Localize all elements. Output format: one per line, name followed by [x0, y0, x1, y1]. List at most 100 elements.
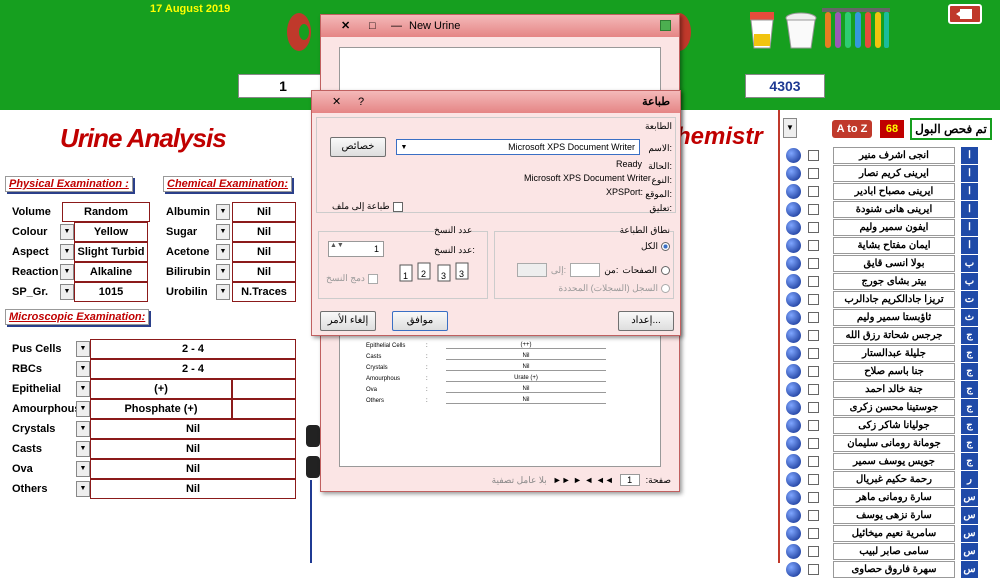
- select-ball-icon[interactable]: [786, 543, 801, 559]
- albumin-value[interactable]: Nil: [232, 202, 296, 222]
- patient-row[interactable]: تريزا جادالكريم جادالرب ت: [786, 290, 978, 308]
- patient-checkbox[interactable]: [808, 563, 819, 575]
- patient-row[interactable]: ايرينى كريم نصار ا: [786, 164, 978, 182]
- patient-checkbox[interactable]: [808, 257, 819, 269]
- minimize-icon[interactable]: —: [391, 15, 402, 37]
- setup-button[interactable]: إعداد...: [618, 311, 674, 331]
- dropdown-icon[interactable]: ▼: [76, 481, 90, 497]
- patient-checkbox[interactable]: [808, 311, 819, 323]
- volume-value[interactable]: Random Sample: [62, 202, 150, 236]
- reaction-value[interactable]: Alkaline: [74, 262, 148, 282]
- patient-checkbox[interactable]: [808, 203, 819, 215]
- patient-name[interactable]: ايرينى مصباح ابادير: [833, 182, 955, 200]
- maximize-icon[interactable]: □: [369, 15, 376, 37]
- select-ball-icon[interactable]: [786, 489, 801, 505]
- pages-option[interactable]: إلى: من: الصفحات: [516, 263, 670, 277]
- close-icon[interactable]: ✕: [332, 91, 341, 113]
- side-handle-1[interactable]: [306, 425, 320, 447]
- dropdown-icon[interactable]: ▼: [60, 284, 74, 300]
- patient-name[interactable]: سامرية نعيم ميخائيل: [833, 524, 955, 542]
- patient-checkbox[interactable]: [808, 509, 819, 521]
- patient-name[interactable]: انجى اشرف منير: [833, 146, 955, 164]
- all-option[interactable]: الكل: [641, 241, 670, 252]
- side-handle-2[interactable]: [306, 456, 320, 478]
- patient-checkbox[interactable]: [808, 527, 819, 539]
- epithelial-value[interactable]: (+): [90, 379, 232, 399]
- patient-name[interactable]: جنا باسم صلاح: [833, 362, 955, 380]
- dropdown-icon[interactable]: ▼: [76, 441, 90, 457]
- spinner-icon[interactable]: ▲▼: [330, 242, 344, 249]
- patient-checkbox[interactable]: [808, 167, 819, 179]
- colour-value[interactable]: Yellow: [74, 222, 148, 242]
- patient-row[interactable]: ثاؤبستا سمير وليم ث: [786, 308, 978, 326]
- dropdown-icon[interactable]: ▼: [76, 361, 90, 377]
- patient-checkbox[interactable]: [808, 545, 819, 557]
- select-ball-icon[interactable]: [786, 309, 801, 325]
- patient-row[interactable]: بولا انسى قايق ب: [786, 254, 978, 272]
- patient-checkbox[interactable]: [808, 239, 819, 251]
- patient-row[interactable]: سارة رومانى ماهر س: [786, 488, 978, 506]
- patient-name[interactable]: سهرة فاروق حصاوى: [833, 560, 955, 578]
- close-icon[interactable]: ✕: [341, 15, 350, 37]
- patient-checkbox[interactable]: [808, 455, 819, 467]
- bilirubin-value[interactable]: Nil: [232, 262, 296, 282]
- patient-name[interactable]: جليلة عبدالستار: [833, 344, 955, 362]
- sugar-value[interactable]: Nil: [232, 222, 296, 242]
- dropdown-icon[interactable]: ▼: [216, 264, 230, 280]
- dropdown-icon[interactable]: ▼: [60, 264, 74, 280]
- patient-row[interactable]: ايرينى هانى شنودة ا: [786, 200, 978, 218]
- pages-radio[interactable]: [661, 265, 670, 275]
- amourphous-extra[interactable]: [232, 399, 296, 419]
- patient-name[interactable]: ثاؤبستا سمير وليم: [833, 308, 955, 326]
- sample-number-field[interactable]: 4303: [745, 74, 825, 98]
- patient-name[interactable]: جوليانا شاكر زكى: [833, 416, 955, 434]
- patient-row[interactable]: جومانة رومانى سليمان ج: [786, 434, 978, 452]
- dropdown-icon[interactable]: ▼: [76, 381, 90, 397]
- aspect-value[interactable]: Slight Turbid: [74, 242, 148, 262]
- print-to-file-checkbox[interactable]: [392, 201, 403, 212]
- select-ball-icon[interactable]: [786, 165, 801, 181]
- patient-row[interactable]: جرجس شحاتة رزق الله ج: [786, 326, 978, 344]
- patient-name[interactable]: جويس يوسف سمير: [833, 452, 955, 470]
- patient-name[interactable]: بيتر بشاى جورج: [833, 272, 955, 290]
- epithelial-extra[interactable]: [232, 379, 296, 399]
- select-ball-icon[interactable]: [786, 345, 801, 361]
- patient-row[interactable]: جويس يوسف سمير ج: [786, 452, 978, 470]
- select-ball-icon[interactable]: [786, 507, 801, 523]
- patient-checkbox[interactable]: [808, 437, 819, 449]
- amourphous-value[interactable]: Phosphate (+): [90, 399, 232, 419]
- collate-option[interactable]: دمج النسخ: [326, 273, 378, 284]
- sort-button[interactable]: A to Z: [832, 120, 872, 138]
- patient-name[interactable]: ايمان مفتاح بشاية: [833, 236, 955, 254]
- select-ball-icon[interactable]: [786, 435, 801, 451]
- patient-name[interactable]: سامى صابر لبيب: [833, 542, 955, 560]
- selected-records-option[interactable]: السجل (السجلات) المحددة: [558, 283, 670, 294]
- dropdown-icon[interactable]: ▼: [397, 144, 411, 151]
- rbcs-value[interactable]: 2 - 4: [90, 359, 296, 379]
- test-tubes-icon[interactable]: [822, 6, 890, 50]
- patient-name[interactable]: جنة خالد احمد: [833, 380, 955, 398]
- select-ball-icon[interactable]: [786, 291, 801, 307]
- ova-value[interactable]: Nil: [90, 459, 296, 479]
- patient-row[interactable]: سامرية نعيم ميخائيل س: [786, 524, 978, 542]
- patient-row[interactable]: رحمة حكيم غبريال ر: [786, 470, 978, 488]
- patient-name[interactable]: ايرينى هانى شنودة: [833, 200, 955, 218]
- urine-cup-icon[interactable]: [746, 10, 778, 50]
- acetone-value[interactable]: Nil: [232, 242, 296, 262]
- dropdown-icon[interactable]: ▼: [76, 461, 90, 477]
- patient-row[interactable]: ايمان مفتاح بشاية ا: [786, 236, 978, 254]
- patient-name[interactable]: سارة رومانى ماهر: [833, 488, 955, 506]
- patient-name[interactable]: جرجس شحاتة رزق الله: [833, 326, 955, 344]
- select-ball-icon[interactable]: [786, 525, 801, 541]
- select-ball-icon[interactable]: [786, 273, 801, 289]
- patient-name[interactable]: رحمة حكيم غبريال: [833, 470, 955, 488]
- patient-name[interactable]: سارة نزهى يوسف: [833, 506, 955, 524]
- patient-name[interactable]: ايرينى كريم نصار: [833, 164, 955, 182]
- patient-checkbox[interactable]: [808, 329, 819, 341]
- casts-value[interactable]: Nil: [90, 439, 296, 459]
- patient-row[interactable]: سامى صابر لبيب س: [786, 542, 978, 560]
- dropdown-icon[interactable]: ▼: [783, 118, 797, 138]
- patient-checkbox[interactable]: [808, 149, 819, 161]
- select-ball-icon[interactable]: [786, 327, 801, 343]
- patient-row[interactable]: جوليانا شاكر زكى ج: [786, 416, 978, 434]
